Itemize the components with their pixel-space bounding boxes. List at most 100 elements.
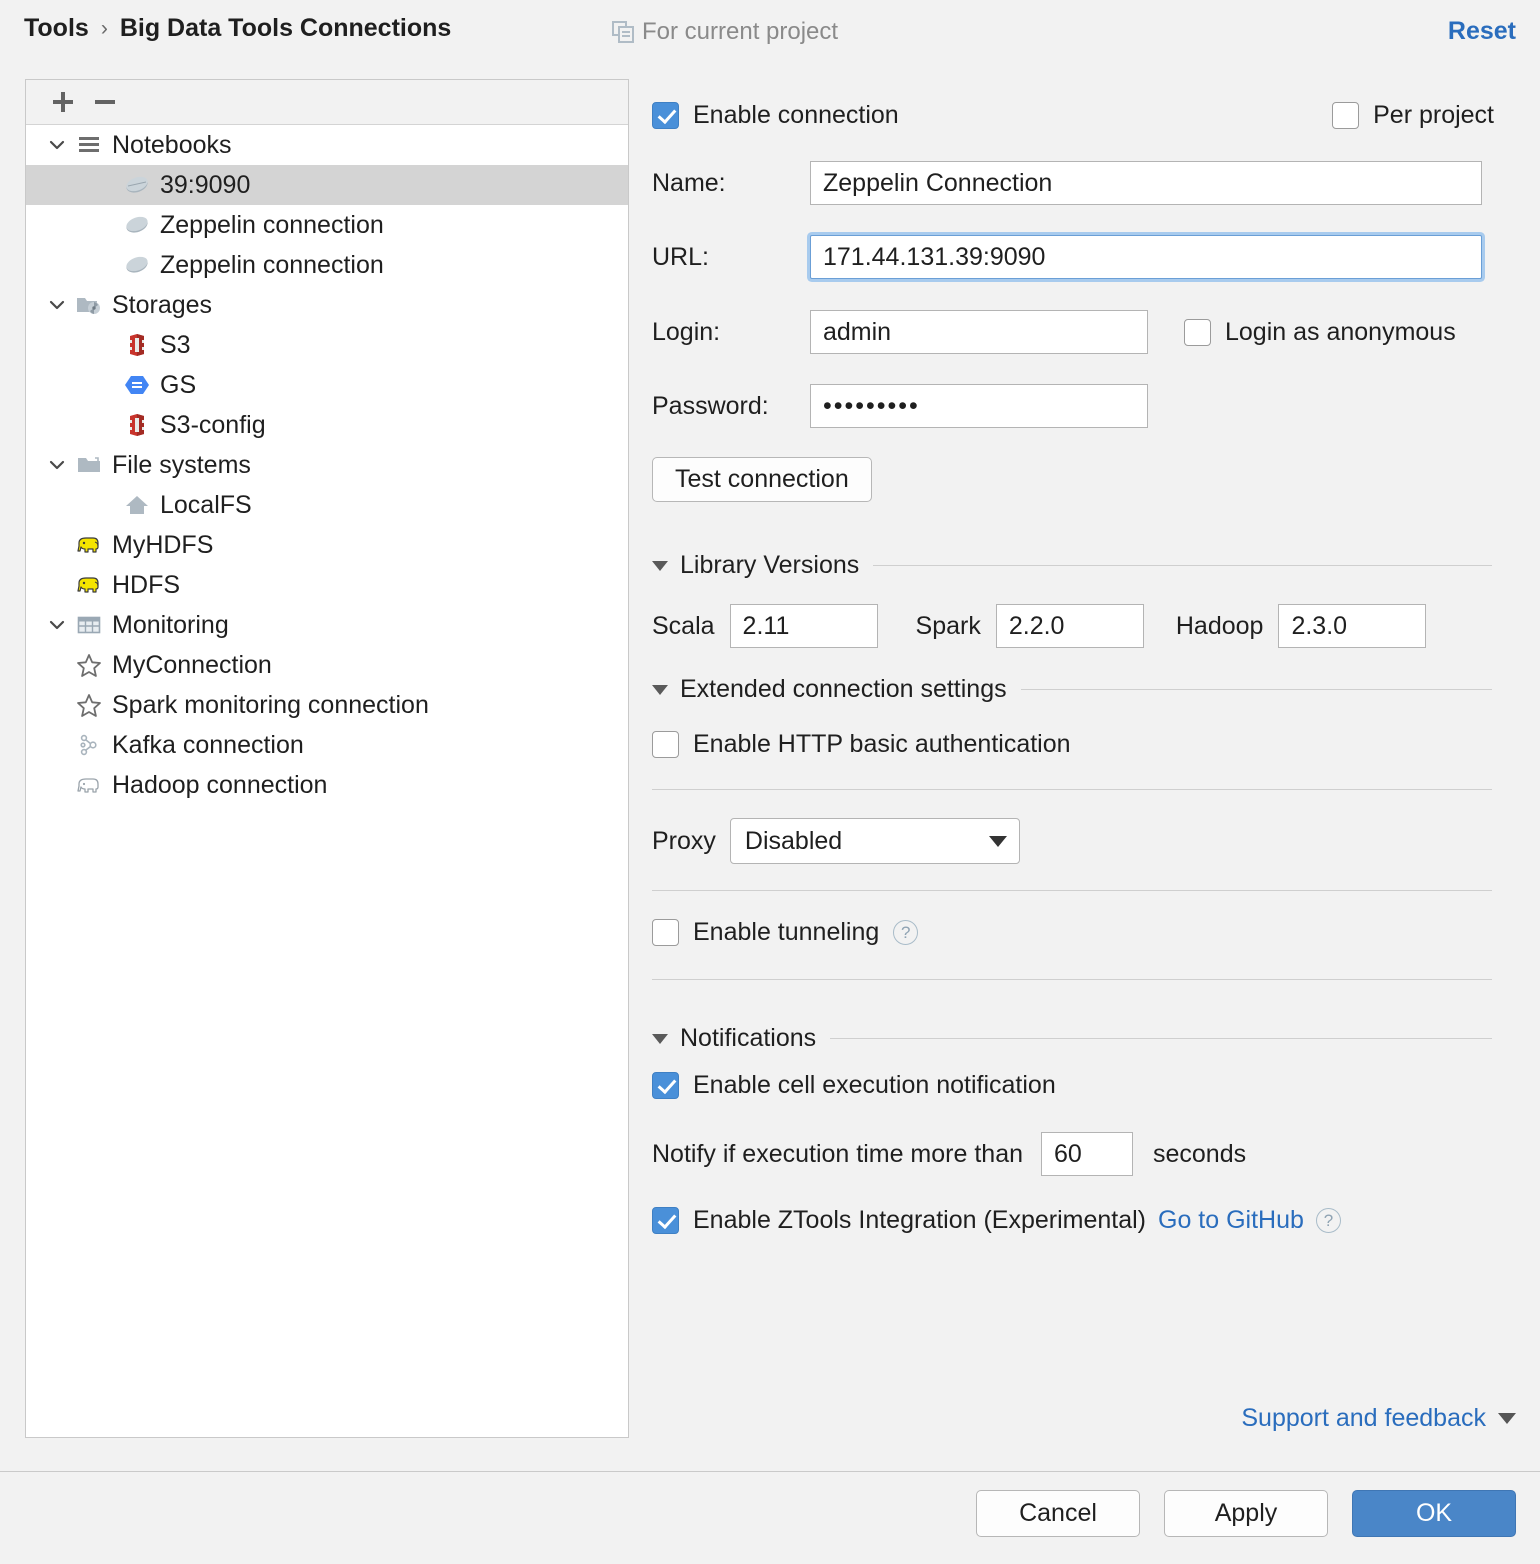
ztools-help-icon[interactable]: ? bbox=[1315, 1208, 1341, 1233]
zeppelin-icon bbox=[122, 250, 152, 280]
cell-execution-notification-row[interactable]: Enable cell execution notification bbox=[652, 1071, 1492, 1100]
tree-item-hadoop-connection[interactable]: Hadoop connection bbox=[26, 765, 628, 805]
tree-item-zeppelin-connection-1[interactable]: Zeppelin connection bbox=[26, 205, 628, 245]
cancel-button[interactable]: Cancel bbox=[976, 1490, 1140, 1537]
extended-settings-title: Extended connection settings bbox=[680, 675, 1007, 703]
name-input[interactable]: Zeppelin Connection bbox=[810, 161, 1482, 205]
tree-item-label: HDFS bbox=[112, 570, 181, 599]
divider-after-tunneling bbox=[652, 979, 1492, 980]
tree-item-label: Hadoop connection bbox=[112, 770, 328, 799]
enable-connection-checkbox[interactable] bbox=[652, 101, 679, 129]
plus-icon bbox=[53, 92, 73, 112]
tree-item-gs[interactable]: GS bbox=[26, 365, 628, 405]
ztools-integration-checkbox[interactable] bbox=[652, 1207, 679, 1234]
remove-connection-button[interactable] bbox=[84, 84, 126, 120]
apply-button[interactable]: Apply bbox=[1164, 1490, 1328, 1537]
tree-item-s3[interactable]: S3 bbox=[26, 325, 628, 365]
tree-item-localfs[interactable]: LocalFS bbox=[26, 485, 628, 525]
tree-item-kafka-connection[interactable]: Kafka connection bbox=[26, 725, 628, 765]
tree-item-39-9090[interactable]: 39:9090 bbox=[26, 165, 628, 205]
tunneling-row[interactable]: Enable tunneling ? bbox=[652, 918, 1492, 947]
tree-group-notebooks[interactable]: Notebooks bbox=[26, 125, 628, 165]
caret-down-icon[interactable] bbox=[652, 560, 668, 571]
notebooks-icon bbox=[74, 130, 104, 160]
tree-item-label: GS bbox=[160, 370, 197, 399]
tree-item-myhdfs[interactable]: MyHDFS bbox=[26, 525, 628, 565]
proxy-selected-value: Disabled bbox=[744, 826, 843, 855]
footer-divider bbox=[0, 1471, 1540, 1472]
notify-threshold-prefix: Notify if execution time more than bbox=[652, 1139, 1023, 1168]
enable-connection-row[interactable]: Enable connection bbox=[652, 101, 899, 130]
scala-version-input[interactable]: 2.11 bbox=[729, 604, 878, 648]
per-project-row[interactable]: Per project bbox=[1332, 101, 1494, 130]
tree-item-s3-config[interactable]: S3-config bbox=[26, 405, 628, 445]
tree-item-label: MyConnection bbox=[112, 650, 272, 679]
caret-down-icon[interactable] bbox=[652, 684, 668, 695]
tree-group-file-systems[interactable]: File systems bbox=[26, 445, 628, 485]
tree-item-label: 39:9090 bbox=[160, 170, 251, 199]
hadoop-label: Hadoop bbox=[1175, 611, 1264, 640]
caret-down-icon[interactable] bbox=[652, 1033, 668, 1044]
scala-label: Scala bbox=[652, 611, 715, 640]
s3-icon bbox=[122, 410, 152, 440]
test-connection-button[interactable]: Test connection bbox=[652, 457, 872, 502]
tree-item-spark-monitoring-connection[interactable]: Spark monitoring connection bbox=[26, 685, 628, 725]
name-label: Name: bbox=[652, 168, 726, 197]
tree-item-label: Monitoring bbox=[112, 610, 229, 639]
library-versions-title: Library Versions bbox=[680, 551, 860, 579]
chevron-down-icon[interactable] bbox=[40, 295, 74, 315]
per-project-checkbox[interactable] bbox=[1332, 101, 1360, 129]
login-input[interactable]: admin bbox=[810, 310, 1148, 354]
section-rule bbox=[873, 565, 1492, 566]
section-rule bbox=[830, 1038, 1492, 1039]
notifications-title: Notifications bbox=[680, 1024, 817, 1052]
project-scope-label: For current project bbox=[642, 18, 839, 45]
tree-item-myconnection[interactable]: MyConnection bbox=[26, 645, 628, 685]
tree-item-label: Storages bbox=[112, 290, 213, 319]
notify-seconds-input[interactable]: 60 bbox=[1041, 1132, 1133, 1176]
tree-toolbar bbox=[26, 80, 628, 125]
cell-execution-notification-checkbox[interactable] bbox=[652, 1072, 679, 1099]
tree-group-storages[interactable]: Storages bbox=[26, 285, 628, 325]
password-row: Password: ••••••••• bbox=[652, 384, 1492, 428]
s3-icon bbox=[122, 330, 152, 360]
chevron-down-icon[interactable] bbox=[40, 455, 74, 475]
password-input[interactable]: ••••••••• bbox=[810, 384, 1148, 428]
divider-after-http-basic bbox=[652, 789, 1492, 790]
ztools-integration-row[interactable]: Enable ZTools Integration (Experimental)… bbox=[652, 1206, 1492, 1235]
tunneling-help-icon[interactable]: ? bbox=[893, 920, 919, 945]
tree-item-label: Zeppelin connection bbox=[160, 250, 384, 279]
tree-item-hdfs[interactable]: HDFS bbox=[26, 565, 628, 605]
hadoop-elephant-icon bbox=[74, 770, 104, 800]
url-input[interactable]: 171.44.131.39:9090 bbox=[810, 235, 1482, 279]
http-basic-auth-checkbox[interactable] bbox=[652, 731, 679, 758]
ok-button[interactable]: OK bbox=[1352, 1490, 1516, 1537]
support-and-feedback-link[interactable]: Support and feedback bbox=[1241, 1404, 1516, 1433]
enable-tunneling-label: Enable tunneling bbox=[693, 918, 880, 946]
chevron-down-icon[interactable] bbox=[40, 135, 74, 155]
http-basic-auth-row[interactable]: Enable HTTP basic authentication bbox=[652, 730, 1492, 759]
http-basic-auth-label: Enable HTTP basic authentication bbox=[693, 730, 1071, 758]
hdfs-elephant-icon bbox=[74, 530, 104, 560]
login-as-anonymous-checkbox[interactable] bbox=[1184, 318, 1211, 346]
hadoop-version-input[interactable]: 2.3.0 bbox=[1278, 604, 1427, 648]
tree-group-monitoring[interactable]: Monitoring bbox=[26, 605, 628, 645]
proxy-select[interactable]: Disabled bbox=[729, 818, 1020, 864]
breadcrumb-separator: › bbox=[100, 16, 108, 40]
chevron-down-icon[interactable] bbox=[40, 615, 74, 635]
home-icon bbox=[122, 490, 152, 520]
library-versions-section-header: Library Versions bbox=[652, 551, 1492, 580]
tree-item-label: MyHDFS bbox=[112, 530, 214, 559]
spark-version-input[interactable]: 2.2.0 bbox=[995, 604, 1144, 648]
add-connection-button[interactable] bbox=[42, 84, 84, 120]
breadcrumb-root[interactable]: Tools bbox=[24, 14, 89, 43]
test-connection-row: Test connection bbox=[652, 457, 1492, 502]
tree-item-label: LocalFS bbox=[160, 490, 252, 519]
enable-tunneling-checkbox[interactable] bbox=[652, 919, 679, 946]
tree-item-zeppelin-connection-2[interactable]: Zeppelin connection bbox=[26, 245, 628, 285]
reset-link[interactable]: Reset bbox=[1448, 17, 1516, 46]
library-versions-row: Scala 2.11 Spark 2.2.0 Hadoop 2.3.0 bbox=[652, 604, 1492, 648]
minus-icon bbox=[95, 100, 115, 104]
go-to-github-link[interactable]: Go to GitHub bbox=[1158, 1206, 1304, 1235]
tree-item-label: S3 bbox=[160, 330, 191, 359]
